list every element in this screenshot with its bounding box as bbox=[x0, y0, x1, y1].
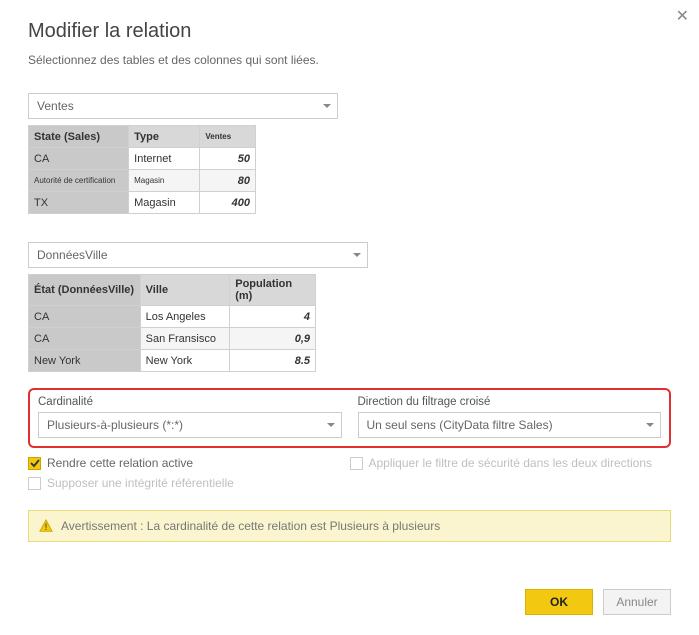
close-icon[interactable]: ✕ bbox=[676, 6, 689, 26]
cardinality-label: Cardinalité bbox=[38, 396, 342, 408]
table-b-header-col2[interactable]: Population (m) bbox=[230, 275, 316, 306]
cancel-button[interactable]: Annuler bbox=[603, 589, 671, 615]
checkbox-icon bbox=[28, 457, 41, 470]
table-a-select[interactable]: Ventes bbox=[28, 93, 338, 119]
table-row: New York New York 8.5 bbox=[29, 350, 316, 372]
warning-icon bbox=[39, 519, 53, 533]
table-row: TX Magasin 400 bbox=[29, 192, 256, 214]
table-a-header-col1[interactable]: Type bbox=[129, 126, 200, 148]
table-b-header-col0[interactable]: État (DonnéesVille) bbox=[29, 275, 141, 306]
crossfilter-select[interactable]: Un seul sens (CityData filtre Sales) bbox=[358, 412, 662, 438]
cardinality-select[interactable]: Plusieurs-à-plusieurs (*:*) bbox=[38, 412, 342, 438]
assume-integrity-checkbox: Supposer une intégrité référentielle bbox=[28, 476, 350, 490]
options-checkboxes: Rendre cette relation active Supposer un… bbox=[28, 456, 671, 490]
table-row: CA Internet 50 bbox=[29, 148, 256, 170]
table-row: CA San Fransisco 0,9 bbox=[29, 328, 316, 350]
relationship-options-highlight: Cardinalité Plusieurs-à-plusieurs (*:*) … bbox=[28, 388, 671, 448]
table-a-header-col0[interactable]: State (Sales) bbox=[29, 126, 129, 148]
edit-relationship-dialog: ✕ Modifier la relation Sélectionnez des … bbox=[0, 0, 699, 635]
chevron-down-icon bbox=[327, 423, 335, 427]
ok-button[interactable]: OK bbox=[525, 589, 593, 615]
table-b-select[interactable]: DonnéesVille bbox=[28, 242, 368, 268]
apply-security-label: Appliquer le filtre de sécurité dans les… bbox=[369, 456, 653, 470]
crossfilter-value: Un seul sens (CityData filtre Sales) bbox=[367, 418, 553, 432]
cardinality-value: Plusieurs-à-plusieurs (*:*) bbox=[47, 418, 183, 432]
make-active-label: Rendre cette relation active bbox=[47, 456, 193, 470]
table-b-selected-label: DonnéesVille bbox=[37, 248, 108, 262]
table-row: CA Los Angeles 4 bbox=[29, 306, 316, 328]
table-b-header-col1[interactable]: Ville bbox=[140, 275, 230, 306]
table-row: Autorité de certification Magasin 80 bbox=[29, 170, 256, 192]
table-b-preview: État (DonnéesVille) Ville Population (m)… bbox=[28, 274, 316, 372]
apply-security-checkbox: Appliquer le filtre de sécurité dans les… bbox=[350, 456, 672, 470]
warning-bar: Avertissement : La cardinalité de cette … bbox=[28, 510, 671, 542]
chevron-down-icon bbox=[323, 104, 331, 108]
assume-integrity-label: Supposer une intégrité référentielle bbox=[47, 476, 234, 490]
checkbox-icon bbox=[28, 477, 41, 490]
dialog-buttons: OK Annuler bbox=[525, 589, 671, 615]
table-a-header-col2[interactable]: Ventes bbox=[200, 126, 256, 148]
chevron-down-icon bbox=[353, 253, 361, 257]
checkbox-icon bbox=[350, 457, 363, 470]
chevron-down-icon bbox=[646, 423, 654, 427]
crossfilter-label: Direction du filtrage croisé bbox=[358, 396, 662, 408]
table-a-selected-label: Ventes bbox=[37, 99, 74, 113]
table-a-preview: State (Sales) Type Ventes CA Internet 50… bbox=[28, 125, 256, 214]
dialog-subtitle: Sélectionnez des tables et des colonnes … bbox=[28, 53, 671, 67]
warning-text: Avertissement : La cardinalité de cette … bbox=[61, 519, 440, 533]
make-active-checkbox[interactable]: Rendre cette relation active bbox=[28, 456, 350, 470]
dialog-title: Modifier la relation bbox=[28, 20, 671, 43]
